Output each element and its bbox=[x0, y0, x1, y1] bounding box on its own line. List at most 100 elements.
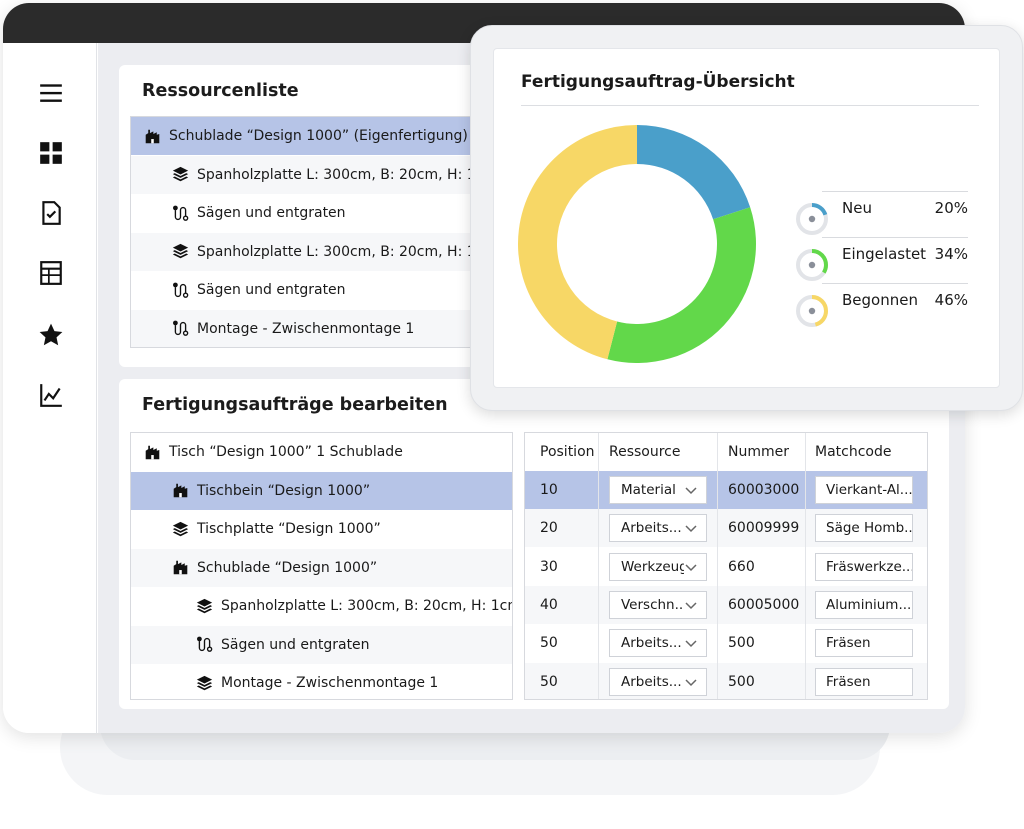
nav-dashboard[interactable] bbox=[37, 139, 65, 167]
table-icon bbox=[40, 261, 62, 285]
tree-row-label: Tischbein “Design 1000” bbox=[197, 482, 371, 499]
resource-list-title: Ressourcenliste bbox=[142, 81, 299, 101]
tree-row[interactable]: Spanholzplatte L: 300cm, B: 20cm, H: 1cm bbox=[131, 587, 512, 625]
legend-divider bbox=[822, 191, 968, 192]
tree-row[interactable]: Tischbein “Design 1000” bbox=[131, 471, 512, 510]
matchcode-input[interactable]: Fräswerkze... bbox=[815, 552, 913, 581]
sidebar bbox=[3, 43, 97, 733]
table-row[interactable]: 20 Arbeits... 60009999 Säge Homb... bbox=[525, 509, 927, 548]
tree-row-label: Schublade “Design 1000” bbox=[197, 559, 378, 576]
resource-select[interactable]: Arbeits... bbox=[609, 667, 707, 696]
column-header[interactable]: Position bbox=[540, 433, 595, 471]
nav-analytics[interactable] bbox=[37, 381, 65, 409]
tree-row[interactable]: Schublade “Design 1000” (Eigenfertigung) bbox=[131, 117, 489, 155]
number-cell: 60003000 bbox=[728, 482, 800, 498]
factory-icon bbox=[171, 482, 189, 500]
chevron-down-icon bbox=[684, 559, 698, 574]
legend-item[interactable]: Eingelastet 34% bbox=[794, 237, 970, 281]
legend-label: Begonnen bbox=[842, 291, 918, 309]
tree-row[interactable]: Spanholzplatte L: 300cm, B: 20cm, H: 1cm bbox=[131, 155, 490, 194]
tree-row[interactable]: Spanholzplatte L: 300cm, B: 20cm, H: 1cm bbox=[131, 232, 490, 271]
column-divider bbox=[805, 624, 806, 663]
matchcode-input[interactable]: Aluminium... bbox=[815, 590, 913, 619]
tree-row[interactable]: Sägen und entgraten bbox=[131, 625, 512, 664]
column-divider bbox=[805, 547, 806, 586]
column-header[interactable]: Ressource bbox=[609, 433, 681, 471]
matchcode-input[interactable]: Säge Homb... bbox=[815, 514, 913, 543]
matchcode-input[interactable]: Fräsen bbox=[815, 629, 913, 658]
tree-row[interactable]: Montage - Zwischenmontage 1 bbox=[131, 664, 512, 699]
column-header[interactable]: Nummer bbox=[728, 433, 789, 471]
tree-row-label: Sägen und entgraten bbox=[197, 282, 346, 298]
matchcode-input[interactable]: Vierkant-Al... bbox=[815, 476, 913, 504]
legend-ring-icon bbox=[796, 203, 828, 235]
legend-ring-icon bbox=[796, 295, 828, 327]
checklist-document-icon bbox=[42, 201, 61, 225]
column-divider bbox=[805, 471, 806, 509]
tree-row-label: Tischplatte “Design 1000” bbox=[197, 521, 381, 537]
table-row[interactable]: 10 Material 60003000 Vierkant-Al... bbox=[525, 471, 927, 509]
resource-select-value: Verschn... bbox=[621, 596, 688, 613]
factory-icon bbox=[143, 443, 161, 461]
route-icon bbox=[171, 281, 189, 299]
resource-select-value: Werkzeug bbox=[621, 558, 688, 575]
number-cell: 60005000 bbox=[728, 596, 800, 613]
resource-select[interactable]: Material bbox=[609, 476, 707, 504]
chevron-down-icon bbox=[684, 521, 698, 536]
tree-row[interactable]: Tisch “Design 1000” 1 Schublade bbox=[131, 433, 512, 471]
tree-row[interactable]: Sägen und entgraten bbox=[131, 194, 489, 232]
chevron-down-icon bbox=[684, 636, 698, 651]
legend-divider bbox=[822, 237, 968, 238]
position-cell: 40 bbox=[540, 596, 558, 613]
layers-icon bbox=[171, 520, 189, 538]
tree-row-label: Spanholzplatte L: 300cm, B: 20cm, H: 1cm bbox=[197, 243, 490, 260]
legend-item[interactable]: Begonnen 46% bbox=[794, 283, 970, 327]
menu-button[interactable] bbox=[37, 79, 65, 107]
resource-select[interactable]: Arbeits... bbox=[609, 514, 707, 543]
resource-select[interactable]: Werkzeug bbox=[609, 552, 707, 581]
resource-select-value: Material bbox=[621, 482, 676, 498]
column-divider bbox=[717, 624, 718, 663]
column-divider bbox=[598, 471, 599, 509]
number-cell: 500 bbox=[728, 635, 755, 652]
column-header[interactable]: Matchcode bbox=[815, 433, 891, 471]
tree-row[interactable]: Montage - Zwischenmontage 1 bbox=[131, 309, 489, 347]
resource-select[interactable]: Arbeits... bbox=[609, 629, 707, 658]
nav-favorites[interactable] bbox=[37, 321, 65, 349]
orders-table: Position Ressource Nummer Matchcode 10 Materi… bbox=[524, 432, 928, 700]
tree-row[interactable]: Tischplatte “Design 1000” bbox=[131, 510, 512, 548]
legend-label: Eingelastet bbox=[842, 245, 927, 263]
star-icon bbox=[39, 323, 63, 346]
overview-card: Fertigungsauftrag-Übersicht Neu 20% Eingel… bbox=[493, 48, 1000, 388]
position-cell: 10 bbox=[540, 482, 558, 498]
layers-icon bbox=[195, 674, 213, 692]
table-row[interactable]: 40 Verschn... 60005000 Aluminium... bbox=[525, 585, 927, 624]
tree-row[interactable]: Sägen und entgraten bbox=[131, 271, 489, 309]
position-cell: 20 bbox=[540, 520, 558, 537]
legend-label: Neu bbox=[842, 199, 872, 217]
chevron-down-icon bbox=[684, 674, 698, 689]
nav-table[interactable] bbox=[37, 259, 65, 287]
column-divider bbox=[717, 471, 718, 509]
donut-slice-neu[interactable] bbox=[637, 125, 751, 220]
resource-tree: Schublade “Design 1000” (Eigenfertigung)… bbox=[130, 116, 490, 348]
donut-chart bbox=[518, 125, 756, 363]
tree-row-label: Spanholzplatte L: 300cm, B: 20cm, H: 1cm bbox=[197, 166, 490, 183]
tree-row[interactable]: Schublade “Design 1000” bbox=[131, 548, 512, 587]
dashboard-grid-icon bbox=[40, 142, 62, 164]
matchcode-input[interactable]: Fräsen bbox=[815, 667, 913, 696]
orders-tree: Tisch “Design 1000” 1 Schublade Tischbein… bbox=[130, 432, 513, 700]
tree-row-label: Sägen und entgraten bbox=[221, 636, 370, 653]
factory-icon bbox=[143, 127, 161, 145]
legend-item[interactable]: Neu 20% bbox=[794, 191, 970, 235]
column-divider bbox=[717, 662, 718, 699]
table-row[interactable]: 30 Werkzeug 660 Fräswerkze... bbox=[525, 547, 927, 586]
orders-card: Fertigungsaufträge bearbeiten Tisch “Des… bbox=[119, 379, 949, 709]
app-screenshot: Ressourcenliste Schublade “Design 1000” … bbox=[0, 0, 1024, 829]
donut-slice-eingelastet[interactable] bbox=[607, 207, 756, 363]
table-row[interactable]: 50 Arbeits... 500 Fräsen bbox=[525, 624, 927, 663]
nav-tasks[interactable] bbox=[37, 199, 65, 227]
table-row[interactable]: 50 Arbeits... 500 Fräsen bbox=[525, 662, 927, 699]
resource-select[interactable]: Verschn... bbox=[609, 590, 707, 619]
column-divider bbox=[805, 509, 806, 548]
